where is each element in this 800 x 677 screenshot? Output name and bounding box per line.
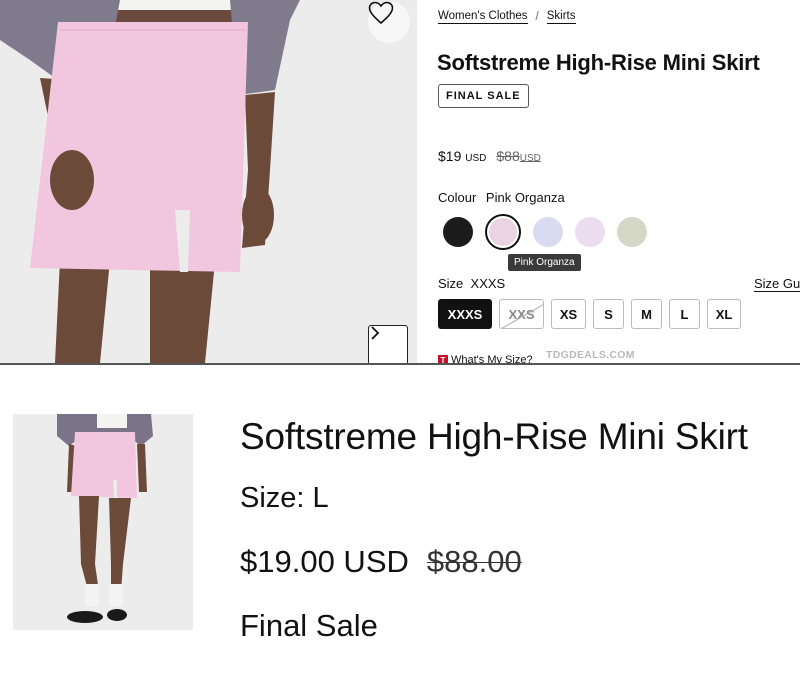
heart-icon	[368, 1, 394, 25]
size-button-xxxs[interactable]: XXXS	[438, 299, 492, 329]
product-info-panel: Women's Clothes / Skirts Softstreme High…	[417, 0, 800, 363]
size-buttons: XXXS XXS XS S M L XL	[438, 299, 741, 329]
breadcrumb: Women's Clothes / Skirts	[438, 10, 576, 24]
original-price: $88USD	[496, 148, 540, 164]
breadcrumb-womens-clothes[interactable]: Women's Clothes	[438, 10, 528, 24]
section-divider	[0, 363, 800, 365]
size-button-label: S	[604, 306, 613, 322]
t-logo-icon: T	[438, 355, 448, 363]
swatch-pink-organza[interactable]	[485, 214, 521, 250]
product-page-screenshot: Women's Clothes / Skirts Softstreme High…	[0, 0, 800, 363]
size-button-label: XXXS	[447, 306, 483, 322]
colour-label: Colour	[438, 190, 477, 205]
swatch-sage[interactable]	[617, 217, 647, 247]
size-button-xs[interactable]: XS	[551, 299, 586, 329]
size-button-label: XXS	[508, 306, 535, 322]
watermark: TDGDEALS.COM	[546, 349, 635, 361]
selected-colour-name: Pink Organza	[485, 190, 565, 205]
current-price-currency: USD	[465, 153, 487, 164]
swatch-tooltip: Pink Organza	[508, 254, 581, 271]
size-button-label: M	[641, 306, 652, 322]
size-label: Size	[438, 276, 464, 291]
size-button-label: L	[680, 306, 689, 322]
colour-selection-label: Colour Pink Organza	[438, 190, 565, 205]
cart-item-thumbnail	[13, 414, 193, 630]
cart-item-original-price: $88.00	[426, 544, 522, 579]
size-button-label: XL	[715, 306, 733, 322]
product-photo	[0, 0, 417, 363]
breadcrumb-skirts[interactable]: Skirts	[546, 10, 576, 24]
selected-size: XXXS	[470, 276, 506, 291]
size-guide-link[interactable]: Size Gu	[754, 276, 800, 292]
cart-item-title: Softstreme High-Rise Mini Skirt	[240, 416, 748, 457]
size-button-m[interactable]: M	[631, 299, 662, 329]
next-image-button[interactable]	[368, 325, 408, 363]
cart-item-current-price: $19.00 USD	[240, 544, 409, 579]
size-selection-label: Size XXXS Size Gu	[438, 276, 800, 292]
whats-my-size-link[interactable]: T What's My Size?	[438, 354, 533, 363]
original-price-currency: USD	[519, 153, 541, 164]
original-price-value: $88	[496, 148, 520, 164]
cart-item-price: $19.00 USD $88.00	[240, 544, 522, 580]
size-button-xxs[interactable]: XXS	[499, 299, 544, 329]
swatch-black[interactable]	[443, 217, 473, 247]
size-button-l[interactable]: L	[669, 299, 700, 329]
current-price-value: $19	[438, 148, 462, 164]
final-sale-badge: FINAL SALE	[438, 84, 529, 108]
product-title: Softstreme High-Rise Mini Skirt	[437, 50, 760, 75]
size-button-xl[interactable]: XL	[707, 299, 741, 329]
chevron-right-icon	[371, 326, 380, 340]
product-price: $19 USD $88USD	[438, 148, 541, 164]
breadcrumb-separator: /	[535, 11, 539, 23]
cart-item-size: Size: L	[240, 482, 329, 514]
whats-my-size-label: What's My Size?	[451, 354, 533, 363]
favorite-button[interactable]	[368, 1, 410, 43]
colour-swatches	[443, 214, 647, 250]
size-button-label: XS	[559, 306, 578, 322]
current-price: $19 USD	[438, 148, 486, 164]
swatch-light-pink[interactable]	[575, 217, 605, 247]
cart-item-final-sale: Final Sale	[240, 608, 378, 643]
size-button-s[interactable]: S	[593, 299, 624, 329]
swatch-lavender[interactable]	[533, 217, 563, 247]
